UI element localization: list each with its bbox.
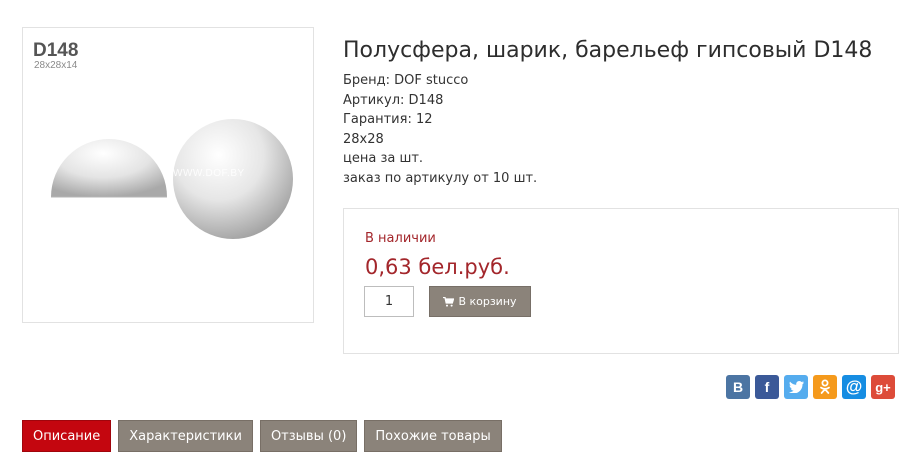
add-to-cart-label: В корзину (458, 295, 517, 308)
image-watermark: WWW.DOF.BY (173, 168, 245, 179)
order-note: заказ по артикулу от 10 шт. (343, 170, 538, 186)
facebook-icon[interactable]: f (755, 375, 779, 399)
product-title: Полусфера, шарик, барельеф гипсовый D148 (343, 38, 873, 63)
quantity-input[interactable] (364, 286, 414, 317)
brand-line: Бренд: DOF stucco (343, 73, 469, 88)
product-illustration (51, 119, 293, 239)
article-line: Артикул: D148 (343, 92, 444, 108)
cart-icon (443, 296, 455, 307)
twitter-icon[interactable] (784, 375, 808, 399)
mail-icon[interactable]: @ (842, 375, 866, 399)
vk-icon[interactable]: B (726, 375, 750, 399)
tab-characteristics[interactable]: Характеристики (118, 420, 253, 452)
odnoklassniki-icon[interactable] (813, 375, 837, 399)
product-price: 0,63 бел.руб. (365, 255, 510, 279)
add-to-cart-button[interactable]: В корзину (429, 286, 531, 317)
size-line: 28x28 (343, 131, 384, 147)
product-tabs: Описание Характеристики Отзывы (0) Похож… (22, 420, 502, 452)
unit-note: цена за шт. (343, 151, 424, 167)
image-dimensions-label: 28x28x14 (34, 60, 78, 71)
google-plus-icon[interactable]: g+ (871, 375, 895, 399)
image-code-label: D148 (33, 40, 79, 61)
tab-reviews[interactable]: Отзывы (0) (259, 420, 358, 452)
share-bar: B f @ g+ (726, 375, 895, 399)
warranty-line: Гарантия: 12 (343, 112, 433, 128)
tab-similar-products[interactable]: Похожие товары (364, 420, 502, 452)
product-image[interactable]: D148 28x28x14 WWW.DOF.BY (22, 27, 314, 323)
buy-box: В наличии 0,63 бел.руб. В корзину (343, 208, 899, 354)
hemisphere-shape (51, 139, 167, 197)
product-meta: Бренд: DOF stucco Артикул: D148 Гарантия… (343, 71, 537, 189)
sphere-shape (173, 119, 293, 239)
stock-status: В наличии (365, 231, 436, 246)
tab-description[interactable]: Описание (22, 420, 112, 452)
